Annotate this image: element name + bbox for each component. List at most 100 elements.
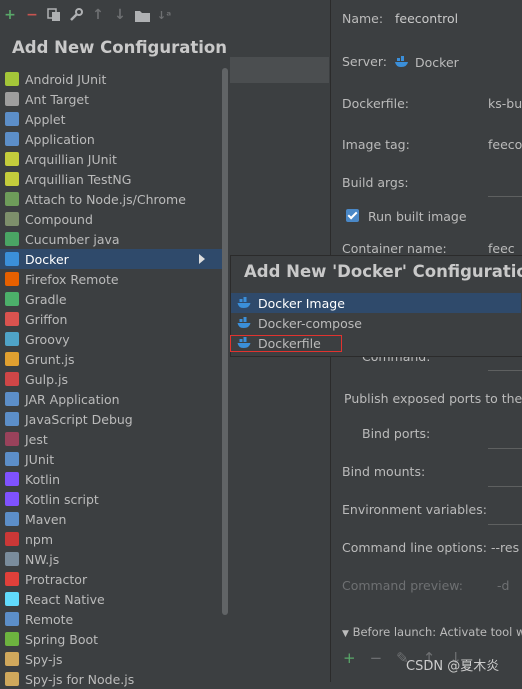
gradle-icon [5,292,19,306]
config-type-item[interactable]: Spring Boot [0,629,222,649]
config-type-item[interactable]: Groovy [0,329,222,349]
config-type-label: npm [25,531,54,547]
config-type-item[interactable]: Applet [0,109,222,129]
cucumber-icon [5,232,19,246]
submenu-arrow-icon [199,254,205,264]
config-type-label: Spy-js [25,651,63,667]
config-type-label: JAR Application [25,391,120,407]
config-type-label: Groovy [25,331,70,347]
config-type-label: Compound [25,211,93,227]
list-scrollbar[interactable] [222,68,228,615]
config-type-item[interactable]: NW.js [0,549,222,569]
config-type-label: NW.js [25,551,60,567]
jest-icon [5,432,19,446]
popup-item[interactable]: Docker-compose [231,313,521,333]
config-type-item[interactable]: Kotlin [0,469,222,489]
remove-icon[interactable]: − [24,7,40,23]
popup-title: Add New 'Docker' Configuration [244,262,522,281]
config-type-item[interactable]: Jest [0,429,222,449]
submenu-highlight-strip [230,57,329,83]
config-type-item[interactable]: Spy-js [0,649,222,669]
add-task-icon[interactable]: + [343,649,356,667]
config-type-item[interactable]: Application [0,129,222,149]
config-type-item[interactable]: JAR Application [0,389,222,409]
cmd-options-field[interactable]: --res [491,540,519,555]
configuration-type-panel: + − ↑ ↓ ↓ᵃ Add New Configuration Android… [0,0,228,687]
folder-icon[interactable] [134,7,150,23]
react-icon [5,592,19,606]
cmd-preview-field: -d [497,578,510,593]
config-type-item[interactable]: Ant Target [0,89,222,109]
bind-ports-field[interactable] [488,448,522,449]
move-down-icon[interactable]: ↓ [112,7,128,23]
expand-triangle-icon: ▼ [342,629,349,639]
config-type-item[interactable]: Griffon [0,309,222,329]
config-type-item[interactable]: Kotlin script [0,489,222,509]
nwjs-icon [5,552,19,566]
remove-task-icon[interactable]: − [370,649,383,667]
config-type-item[interactable]: Spy-js for Node.js [0,669,222,689]
move-up-icon[interactable]: ↑ [90,7,106,23]
dockerfile-field[interactable]: ks-bu [488,96,522,111]
config-type-item[interactable]: npm [0,529,222,549]
bind-mounts-field[interactable] [488,486,522,487]
config-type-label: JUnit [25,451,55,467]
wrench-icon[interactable] [68,7,84,23]
config-type-item[interactable]: Maven [0,509,222,529]
config-type-item[interactable]: Attach to Node.js/Chrome [0,189,222,209]
config-type-label: Application [25,131,95,147]
run-built-image-checkbox[interactable] [346,209,359,222]
container-name-field[interactable]: feec [488,241,515,256]
compound-icon [5,212,19,226]
config-type-item[interactable]: JavaScript Debug [0,409,222,429]
add-icon[interactable]: + [2,7,18,23]
before-launch-section[interactable]: ▼ Before launch: Activate tool win [342,625,522,639]
configuration-type-list: Android JUnit Ant Target Applet Application… [0,69,222,689]
maven-icon [5,512,19,526]
command-field[interactable] [488,370,522,371]
popup-item[interactable]: Docker Image [231,293,521,313]
config-type-label: Remote [25,611,74,627]
config-type-item[interactable]: Gradle [0,289,222,309]
config-type-item[interactable]: Arquillian JUnit [0,149,222,169]
config-type-item[interactable]: Compound [0,209,222,229]
config-type-item[interactable]: React Native [0,589,222,609]
nodejs-icon [5,192,19,206]
jar-icon [5,392,19,406]
env-vars-field[interactable] [488,524,522,525]
publish-ports-label[interactable]: Publish exposed ports to the h [344,391,522,406]
config-type-item[interactable]: Docker [0,249,222,269]
config-type-item[interactable]: Gulp.js [0,369,222,389]
config-type-label: Attach to Node.js/Chrome [25,191,186,207]
config-type-item[interactable]: Grunt.js [0,349,222,369]
cmd-options-label: Command line options: [342,540,488,555]
protractor-icon [5,572,19,586]
config-type-item[interactable]: Remote [0,609,222,629]
config-type-item[interactable]: Protractor [0,569,222,589]
config-type-item[interactable]: Arquillian TestNG [0,169,222,189]
config-type-label: Protractor [25,571,88,587]
config-type-item[interactable]: JUnit [0,449,222,469]
config-type-label: Cucumber java [25,231,120,247]
config-type-item[interactable]: Android JUnit [0,69,222,89]
config-type-item[interactable]: Firefox Remote [0,269,222,289]
name-field[interactable]: feecontrol [395,11,458,26]
config-type-label: Arquillian TestNG [25,171,132,187]
build-args-field[interactable] [488,196,522,197]
docker-icon [237,297,251,308]
dockerfile-label: Dockerfile: [342,96,410,111]
config-type-label: Gulp.js [25,371,68,387]
sort-icon[interactable]: ↓ᵃ [156,7,172,23]
server-select[interactable]: Docker [395,55,459,70]
config-type-label: Applet [25,111,66,127]
config-type-item[interactable]: Cucumber java [0,229,222,249]
build-args-label: Build args: [342,175,409,190]
config-type-label: Kotlin script [25,491,99,507]
spyjs-icon [5,652,19,666]
js-debug-icon [5,412,19,426]
copy-icon[interactable] [46,7,62,23]
docker-icon [5,252,19,266]
image-tag-field[interactable]: feeco [488,137,522,152]
bind-mounts-label: Bind mounts: [342,464,426,479]
config-type-label: React Native [25,591,105,607]
